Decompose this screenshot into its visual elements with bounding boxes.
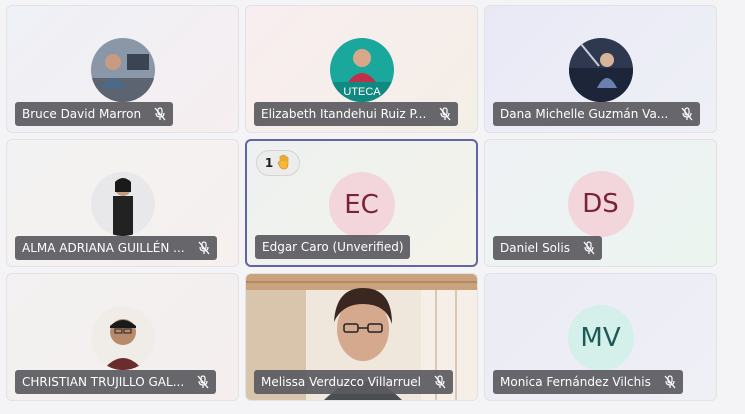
participant-name: Elizabeth Itandehui Ruiz P... [261,107,427,121]
participant-tile[interactable]: DS Daniel Solis [484,139,717,267]
participant-name: Bruce David Marron [22,107,142,121]
name-label: Bruce David Marron [15,102,174,126]
participant-tile[interactable]: Dana Michelle Guzmán Va... [484,5,717,133]
participant-tile[interactable]: Bruce David Marron [6,5,239,133]
participant-tile[interactable]: CHRISTIAN TRUJILLO GAL... [6,273,239,401]
mic-off-icon [663,375,677,389]
participant-name: Daniel Solis [500,241,570,255]
name-label: CHRISTIAN TRUJILLO GAL... [15,370,217,394]
participant-name: CHRISTIAN TRUJILLO GAL... [22,375,185,389]
avatar-initials: EC [328,172,395,238]
name-label: Daniel Solis [493,236,602,260]
avatar-initials: MV [567,305,634,371]
participant-name: Melissa Verduzco Villarruel [261,375,422,389]
mic-off-icon [438,107,452,121]
participant-tile-video[interactable]: Melissa Verduzco Villarruel [245,273,478,401]
mic-off-icon [680,107,694,121]
raised-hand-icon [277,154,291,173]
participant-name: Dana Michelle Guzmán Va... [500,107,669,121]
participant-name: Edgar Caro (Unverified) [262,240,404,254]
name-label: Edgar Caro (Unverified) [255,235,410,259]
logo-text: UTECA [343,86,381,98]
participant-name: Monica Fernández Vilchis [500,375,651,389]
avatar: UTECA [329,38,394,102]
raised-hand-badge: 1 [256,150,300,176]
name-label: ALMA ADRIANA GUILLÉN ... [15,236,217,260]
participant-grid: Bruce David Marron UTECA Elizabeth Itand… [6,5,718,405]
avatar [568,38,633,102]
mic-off-icon [196,375,210,389]
participant-tile[interactable]: ALMA ADRIANA GUILLÉN ... [6,139,239,267]
participant-name: ALMA ADRIANA GUILLÉN ... [22,241,185,255]
participant-tile-active-speaker[interactable]: 1 EC Edgar Caro (Unverified) [245,139,478,267]
participant-tile[interactable]: UTECA Elizabeth Itandehui Ruiz P... [245,5,478,133]
participant-tile[interactable]: MV Monica Fernández Vilchis [484,273,717,401]
avatar [90,38,155,102]
name-label: Dana Michelle Guzmán Va... [493,102,701,126]
name-label: Melissa Verduzco Villarruel [254,370,454,394]
raised-hand-count: 1 [264,156,274,170]
avatar [90,172,155,236]
mic-off-icon [197,241,211,255]
avatar [90,306,155,370]
avatar-initials: DS [567,171,634,237]
mic-off-icon [582,241,596,255]
mic-off-icon [153,107,167,121]
name-label: Monica Fernández Vilchis [493,370,683,394]
name-label: Elizabeth Itandehui Ruiz P... [254,102,459,126]
mic-off-icon [433,375,447,389]
